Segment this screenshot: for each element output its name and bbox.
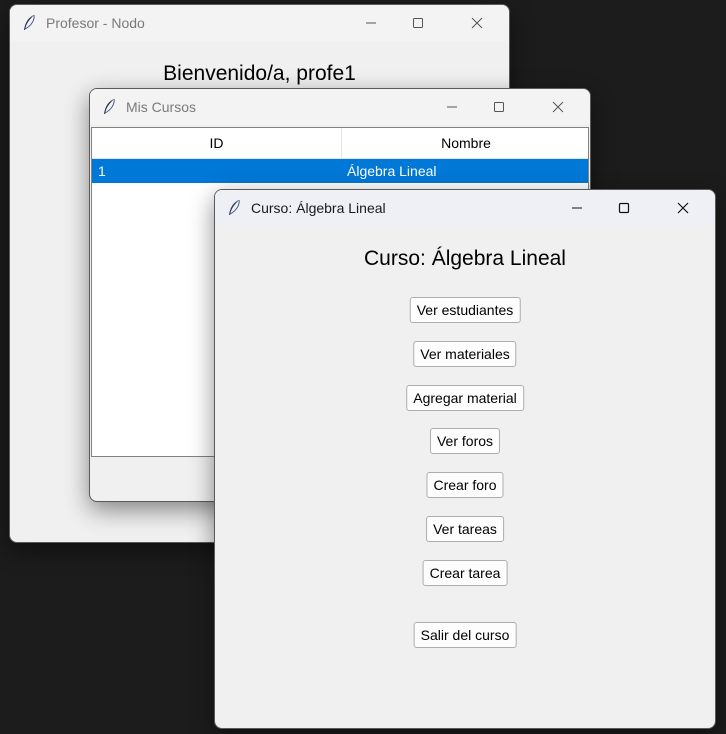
minimize-button[interactable] xyxy=(554,190,600,226)
curso-window: Curso: Álgebra Lineal Curso: Álgebra Lin… xyxy=(214,189,716,729)
close-button[interactable] xyxy=(535,89,581,125)
table-row[interactable]: 1 Álgebra Lineal xyxy=(92,159,588,183)
minimize-icon xyxy=(572,207,582,209)
window-title: Profesor - Nodo xyxy=(46,15,145,31)
minimize-button[interactable] xyxy=(348,5,394,41)
window-title: Curso: Álgebra Lineal xyxy=(251,200,386,216)
maximize-icon xyxy=(413,18,423,28)
ver-tareas-button[interactable]: Ver tareas xyxy=(426,516,504,542)
feather-icon xyxy=(104,98,115,114)
window-title: Mis Cursos xyxy=(126,99,197,115)
minimize-icon xyxy=(447,106,457,108)
course-heading: Curso: Álgebra Lineal xyxy=(364,247,566,270)
ver-materiales-button[interactable]: Ver materiales xyxy=(413,341,517,367)
close-icon xyxy=(677,202,689,214)
close-icon xyxy=(471,17,483,29)
feather-icon xyxy=(24,14,35,30)
close-icon xyxy=(552,101,564,113)
maximize-icon xyxy=(618,202,630,214)
minimize-button[interactable] xyxy=(429,89,475,125)
feather-icon xyxy=(229,199,240,215)
ver-estudiantes-button[interactable]: Ver estudiantes xyxy=(409,297,521,323)
table-header: ID Nombre xyxy=(92,128,588,159)
title-bar[interactable]: Profesor - Nodo xyxy=(10,5,509,41)
minimize-icon xyxy=(366,22,376,24)
title-bar[interactable]: Mis Cursos xyxy=(90,89,590,125)
maximize-button[interactable] xyxy=(395,5,441,41)
welcome-label: Bienvenido/a, profe1 xyxy=(163,62,356,85)
ver-foros-button[interactable]: Ver foros xyxy=(429,428,501,454)
title-bar[interactable]: Curso: Álgebra Lineal xyxy=(215,190,715,226)
close-button[interactable] xyxy=(454,5,500,41)
close-button[interactable] xyxy=(660,190,706,226)
maximize-button[interactable] xyxy=(601,190,647,226)
crear-foro-button[interactable]: Crear foro xyxy=(426,472,504,498)
maximize-icon xyxy=(494,102,504,112)
salir-del-curso-button[interactable]: Salir del curso xyxy=(413,622,517,648)
maximize-button[interactable] xyxy=(476,89,522,125)
column-header-id[interactable]: ID xyxy=(92,128,341,158)
agregar-material-button[interactable]: Agregar material xyxy=(406,385,524,411)
cell-nombre: Álgebra Lineal xyxy=(347,163,437,179)
column-header-nombre[interactable]: Nombre xyxy=(341,128,590,158)
cell-id: 1 xyxy=(98,163,106,179)
crear-tarea-button[interactable]: Crear tarea xyxy=(422,560,508,586)
